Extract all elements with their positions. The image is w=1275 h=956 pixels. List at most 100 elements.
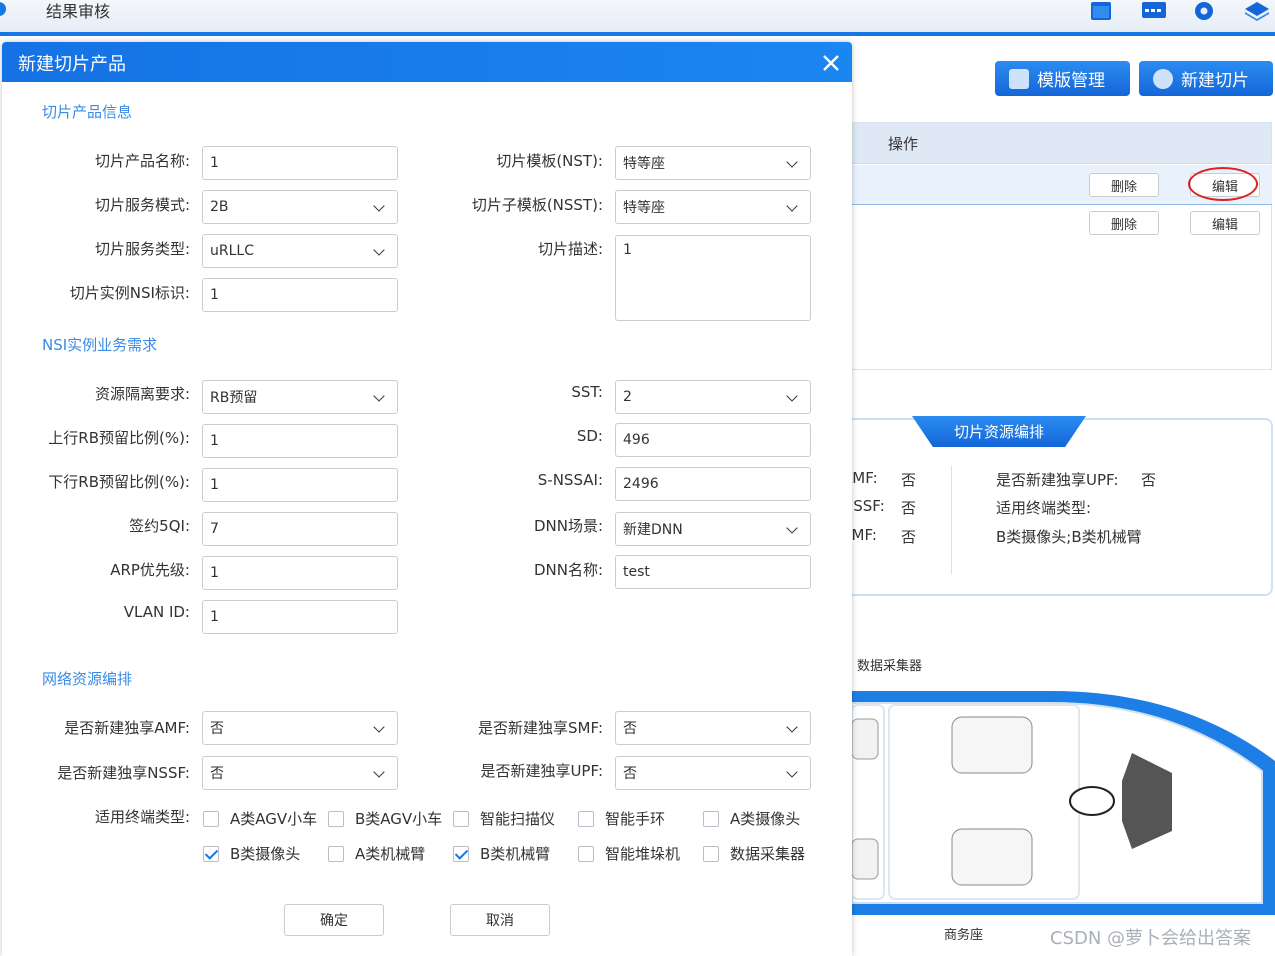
new-slice-label: 新建切片: [1181, 71, 1249, 91]
table-header: 操作: [852, 123, 1271, 164]
collector-label: 数据采集器: [857, 659, 923, 674]
terminal-checkbox-b-agv[interactable]: B类AGV小车: [328, 808, 442, 829]
terminal-checkbox-wristband[interactable]: 智能手环: [578, 808, 665, 829]
sd-input[interactable]: 496: [615, 423, 811, 457]
train-diagram: [852, 691, 1275, 915]
snssai-input[interactable]: 2496: [615, 467, 811, 501]
amf-label: 是否新建独享AMF:: [64, 719, 190, 737]
table-row[interactable]: 删除 编辑: [852, 165, 1272, 205]
train-label: 商务座: [944, 928, 984, 943]
terminal-checkbox-b-arm[interactable]: B类机械臂: [453, 843, 550, 864]
checkbox-label: A类机械臂: [355, 845, 426, 863]
checkbox-label: 智能堆垛机: [605, 845, 681, 863]
terminal-checkbox-stacker[interactable]: 智能堆垛机: [578, 843, 680, 864]
downlink-rb-input[interactable]: 1: [202, 468, 398, 502]
terminal-checkbox-a-camera[interactable]: A类摄像头: [703, 808, 800, 829]
checkbox[interactable]: [703, 810, 719, 827]
nsi-id-label: 切片实例NSI标识:: [69, 284, 190, 302]
nst-select[interactable]: 特等座: [615, 146, 811, 180]
confirm-button[interactable]: 确定: [284, 904, 384, 936]
monitor-icon[interactable]: [1141, 0, 1167, 22]
upf-select[interactable]: 否: [615, 756, 811, 790]
service-mode-select[interactable]: 2B: [202, 190, 398, 224]
checkbox[interactable]: [328, 810, 344, 827]
product-name-input[interactable]: 1: [202, 146, 398, 180]
terminal-checkbox-a-arm[interactable]: A类机械臂: [328, 843, 425, 864]
panel-divider: [951, 466, 952, 574]
terminal-checkbox-a-agv[interactable]: A类AGV小车: [203, 808, 317, 829]
nsi-id-input[interactable]: 1: [202, 278, 398, 312]
isolation-select[interactable]: RB预留: [202, 380, 398, 414]
checkbox-label: A类AGV小车: [230, 810, 318, 828]
edit-button[interactable]: 编辑: [1190, 211, 1260, 235]
service-type-select[interactable]: uRLLC: [202, 234, 398, 268]
section-product-info: 切片产品信息: [42, 103, 133, 121]
checkbox[interactable]: [578, 845, 594, 862]
dnn-scene-select[interactable]: 新建DNN: [615, 512, 811, 546]
terminal-checkbox-scanner[interactable]: 智能扫描仪: [453, 808, 555, 829]
checkbox[interactable]: [703, 845, 719, 862]
isolation-label: 资源隔离要求:: [94, 385, 190, 403]
checkbox-label: 数据采集器: [730, 845, 806, 863]
terminal-label: 适用终端类型:: [996, 499, 1092, 517]
5qi-input[interactable]: 7: [202, 512, 398, 546]
checkbox[interactable]: [328, 845, 344, 862]
upf-label: 是否新建独享UPF:: [480, 762, 603, 780]
watermark: CSDN @萝卜会给出答案: [1050, 928, 1252, 949]
dialog-title: 新建切片产品: [18, 54, 126, 75]
smf-value: 否: [901, 528, 917, 546]
app-title: 结果审核: [46, 2, 111, 21]
close-button[interactable]: [816, 48, 846, 78]
description-textarea[interactable]: 1: [615, 235, 811, 321]
dnn-scene-label: DNN场景:: [533, 517, 603, 535]
checkbox[interactable]: [453, 810, 469, 827]
new-slice-button[interactable]: 新建切片: [1139, 61, 1273, 96]
cancel-button[interactable]: 取消: [450, 904, 550, 936]
resource-panel-tab: 切片资源编排: [912, 416, 1086, 447]
nsst-label: 切片子模板(NSST):: [471, 196, 603, 214]
layers-icon[interactable]: [1244, 0, 1270, 22]
terminal-checkbox-collector[interactable]: 数据采集器: [703, 843, 805, 864]
upf-value: 否: [1141, 471, 1157, 489]
checkbox[interactable]: [578, 810, 594, 827]
template-management-label: 模版管理: [1037, 71, 1105, 91]
delete-button[interactable]: 删除: [1089, 211, 1159, 235]
terminal-checkbox-b-camera[interactable]: B类摄像头: [203, 843, 300, 864]
checkbox-label: 智能扫描仪: [480, 810, 556, 828]
arp-label: ARP优先级:: [110, 561, 190, 579]
template-icon: [1009, 68, 1029, 89]
plus-circle-icon: [1153, 68, 1173, 89]
close-icon: [823, 55, 839, 71]
delete-button[interactable]: 删除: [1089, 173, 1159, 197]
uplink-rb-input[interactable]: 1: [202, 424, 398, 458]
5qi-label: 签约5QI:: [129, 517, 190, 535]
template-management-button[interactable]: 模版管理: [995, 61, 1130, 96]
terminal-value: B类摄像头;B类机械臂: [996, 528, 1142, 546]
table-row[interactable]: 删除 编辑: [852, 205, 1272, 245]
service-mode-label: 切片服务模式:: [94, 196, 190, 214]
sd-label: SD:: [576, 427, 603, 445]
sst-select[interactable]: 2: [615, 380, 811, 414]
amf-select[interactable]: 否: [202, 711, 398, 745]
checkbox[interactable]: [203, 810, 219, 827]
gear-icon[interactable]: [1192, 0, 1218, 22]
dnn-name-input[interactable]: test: [615, 555, 811, 589]
vlan-input[interactable]: 1: [202, 600, 398, 634]
dialog-header: 新建切片产品: [2, 42, 852, 82]
nsst-select[interactable]: 特等座: [615, 190, 811, 224]
smf-select[interactable]: 否: [615, 711, 811, 745]
calendar-icon[interactable]: [1089, 0, 1115, 22]
nssf-label: 是否新建独享NSSF:: [57, 764, 190, 782]
service-type-label: 切片服务类型:: [94, 240, 190, 258]
new-slice-product-dialog: 新建切片产品 切片产品信息 切片产品名称: 1 切片服务模式: 2B 切片服务类…: [2, 42, 852, 956]
checkbox-label: B类机械臂: [480, 845, 551, 863]
nssf-value: 否: [901, 499, 917, 517]
highlight-annotation: [1188, 167, 1258, 201]
arp-input[interactable]: 1: [202, 556, 398, 590]
checkbox-label: B类摄像头: [230, 845, 301, 863]
checkbox-checked[interactable]: [203, 845, 219, 862]
checkbox-checked[interactable]: [453, 845, 469, 862]
upf-label: 是否新建独享UPF:: [996, 471, 1119, 489]
downlink-rb-label: 下行RB预留比例(%):: [48, 473, 190, 491]
nssf-select[interactable]: 否: [202, 756, 398, 790]
